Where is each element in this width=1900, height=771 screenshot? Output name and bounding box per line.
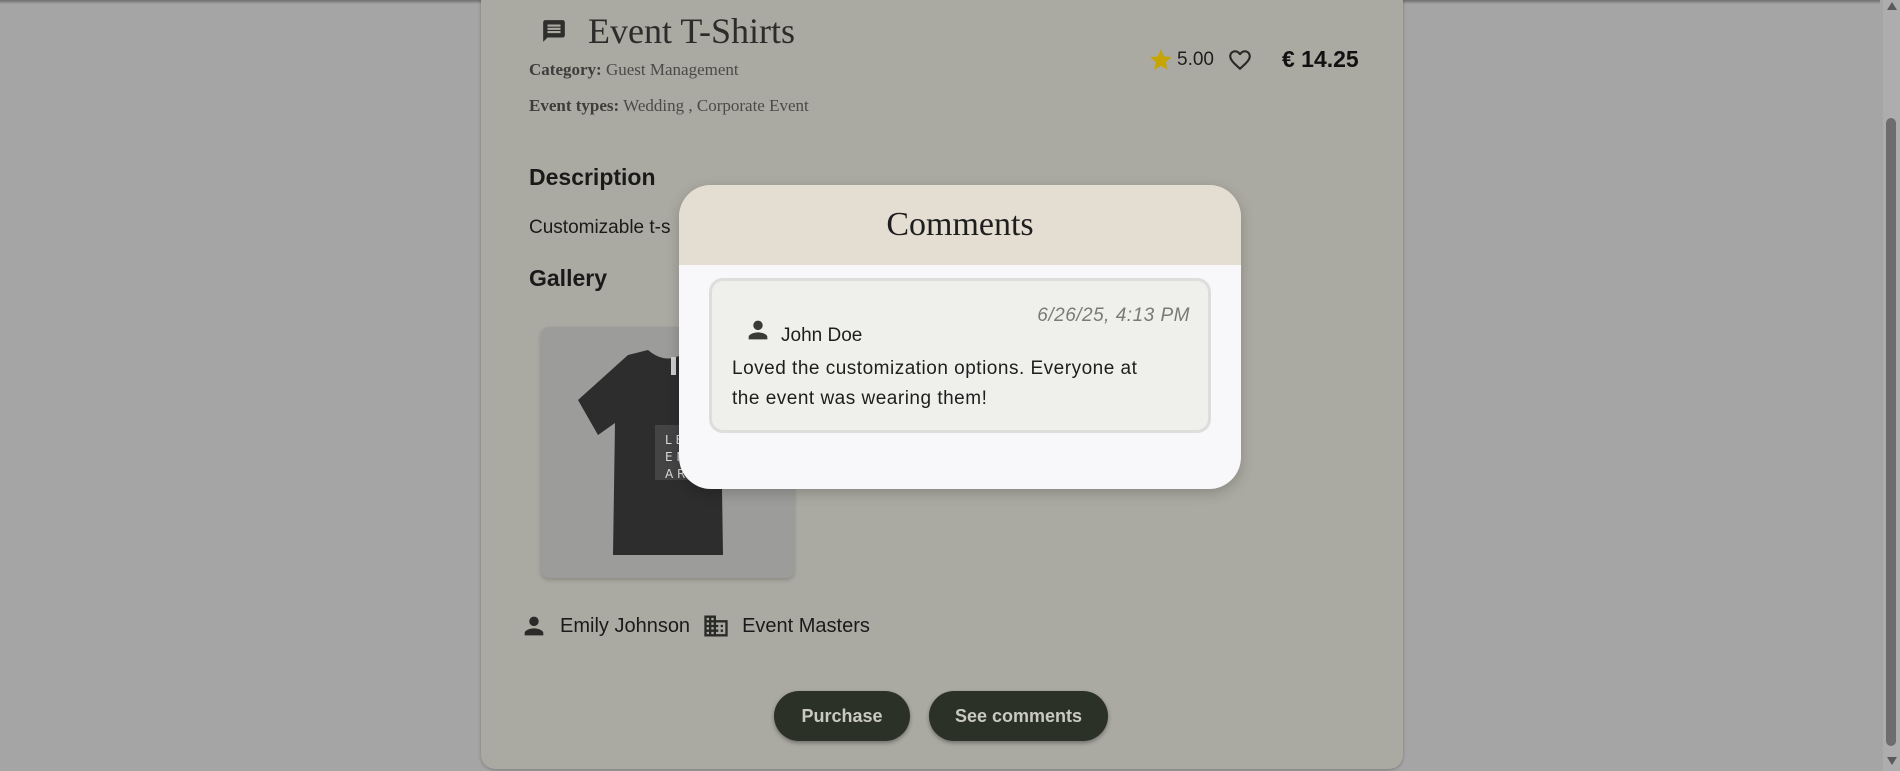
product-title: Event T-Shirts <box>588 11 796 51</box>
gallery-heading: Gallery <box>529 265 607 291</box>
heart-outline-icon[interactable] <box>1226 47 1254 73</box>
modal-title: Comments <box>886 206 1034 243</box>
purchase-button[interactable]: Purchase <box>774 691 910 741</box>
scrollbar-thumb[interactable] <box>1886 118 1896 746</box>
comment-icon[interactable] <box>540 18 568 44</box>
event-types-value: Wedding , Corporate Event <box>623 96 809 115</box>
scroll-down-arrow-icon[interactable] <box>1887 757 1897 765</box>
company-name: Event Masters <box>742 614 870 637</box>
description-heading: Description <box>529 164 656 190</box>
rating-value: 5.00 <box>1177 48 1214 70</box>
scroll-up-arrow-icon[interactable] <box>1887 2 1897 10</box>
building-icon <box>704 615 728 637</box>
event-types-line: Event types: Wedding , Corporate Event <box>529 96 809 116</box>
rating-price-row: 5.00 € 14.25 <box>1148 46 1359 73</box>
title-row: Event T-Shirts <box>540 10 795 52</box>
person-icon <box>524 616 544 636</box>
comments-modal: Comments John Doe 6/26/25, 4:13 PM Loved… <box>679 185 1241 489</box>
owner-row: Emily Johnson Event Masters <box>520 612 870 640</box>
modal-header: Comments <box>679 185 1241 265</box>
star-icon <box>1150 48 1172 70</box>
comment-timestamp: 6/26/25, 4:13 PM <box>1037 305 1190 326</box>
category-line: Category: Guest Management <box>529 60 739 80</box>
description-text: Customizable t-s <box>529 217 671 238</box>
owner-name: Emily Johnson <box>560 614 691 637</box>
comment-text: Loved the customization options. Everyon… <box>732 358 1138 409</box>
category-value: Guest Management <box>605 60 739 79</box>
event-types-label: Event types: <box>529 96 620 115</box>
category-label: Category: <box>529 60 602 79</box>
price: € 14.25 <box>1281 46 1359 72</box>
comment-author-row: John Doe <box>744 313 862 347</box>
person-icon <box>748 320 768 340</box>
see-comments-button[interactable]: See comments <box>929 691 1108 741</box>
comment-author: John Doe <box>781 325 863 346</box>
comment-card: John Doe 6/26/25, 4:13 PM Loved the cust… <box>709 278 1211 433</box>
